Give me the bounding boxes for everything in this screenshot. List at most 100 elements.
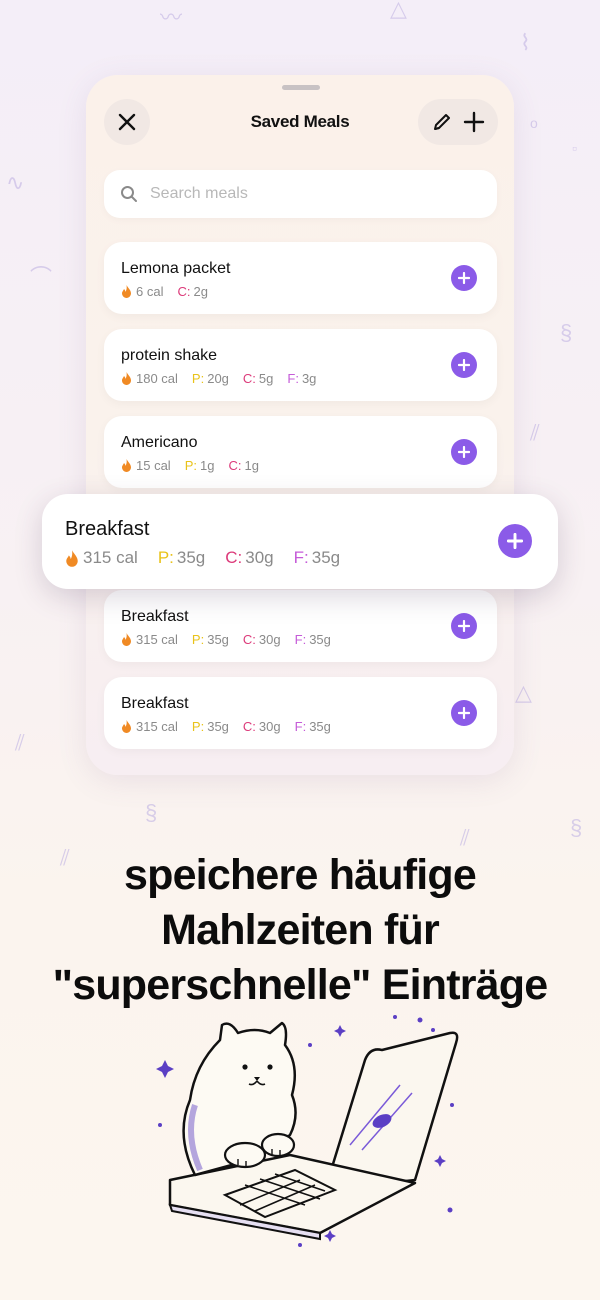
meal-card[interactable]: Breakfast 315 cal P: 35g C: 30g F: 35g	[104, 590, 497, 662]
add-meal-button[interactable]	[451, 613, 477, 639]
doodle-squiggle: §	[145, 800, 158, 825]
calories-value: 15 cal	[136, 458, 171, 473]
carbs: C: 30g	[243, 719, 281, 734]
header-actions	[418, 99, 498, 145]
add-meal-button[interactable]	[451, 352, 477, 378]
protein-label: P:	[184, 458, 197, 473]
protein-label: P:	[191, 371, 205, 386]
search-input[interactable]	[150, 185, 450, 203]
search-icon	[121, 186, 137, 202]
search-bar	[104, 170, 497, 218]
protein-value: 35g	[207, 632, 229, 647]
add-meal-button[interactable]	[463, 111, 485, 133]
fat-label: F:	[293, 548, 309, 567]
calories-value: 180 cal	[136, 371, 178, 386]
carbs: C: 30g	[243, 632, 281, 647]
meal-macros: 15 cal P: 1g C: 1g	[121, 458, 273, 473]
plus-icon	[458, 359, 470, 371]
calories: 315 cal	[121, 632, 178, 647]
add-meal-button[interactable]	[451, 700, 477, 726]
carbs-value: 2g	[193, 284, 208, 299]
protein-value: 1g	[200, 458, 215, 473]
carbs-value: 30g	[245, 548, 274, 567]
promo-headline: speichere häufige Mahlzeiten für "supers…	[0, 848, 600, 1013]
meal-name: Breakfast	[121, 608, 189, 625]
headline-line: Mahlzeiten für	[161, 906, 440, 954]
carbs-value: 30g	[258, 719, 281, 734]
protein-value: 35g	[207, 719, 229, 734]
meal-name: Americano	[121, 434, 198, 451]
doodle-squiggle: 〰	[160, 5, 183, 30]
doodle-squiggle: ∿	[6, 170, 25, 195]
meal-macros: 180 cal P: 20g C: 5g F: 3g	[121, 371, 330, 386]
doodle-lines: ⫽	[530, 420, 540, 445]
fat-label: F:	[294, 719, 307, 734]
sheet-grabber[interactable]	[282, 85, 320, 90]
doodle-triangle: △	[515, 680, 532, 705]
carbs: C: 30g	[225, 548, 273, 568]
protein: P: 1g	[185, 458, 215, 473]
fat: F: 3g	[287, 371, 316, 386]
carbs-label: C:	[242, 719, 256, 734]
add-meal-button[interactable]	[451, 439, 477, 465]
calories: 180 cal	[121, 371, 178, 386]
protein-label: P:	[191, 719, 205, 734]
calories-value: 315 cal	[136, 719, 178, 734]
fat-value: 3g	[301, 371, 317, 386]
protein: P: 20g	[192, 371, 229, 386]
headline-line: speichere häufige	[123, 851, 477, 899]
doodle-square: ▫	[572, 140, 577, 156]
plus-icon	[458, 446, 470, 458]
plus-icon	[507, 533, 523, 549]
calories: 315 cal	[65, 548, 138, 568]
meal-card[interactable]: Americano 15 cal P: 1g C: 1g	[104, 416, 497, 488]
meal-name: Lemona packet	[121, 260, 231, 277]
fat-label: F:	[294, 632, 307, 647]
fat-label: F:	[287, 371, 299, 386]
carbs: C: 1g	[228, 458, 258, 473]
meal-card[interactable]: Lemona packet 6 cal C: 2g	[104, 242, 497, 314]
meal-card-featured[interactable]: Breakfast 315 cal P: 35g C: 30g F: 35g	[42, 494, 558, 589]
carbs: C: 5g	[243, 371, 273, 386]
meal-name: Breakfast	[121, 695, 189, 712]
plus-icon	[458, 272, 470, 284]
doodle-triangle: △	[390, 0, 407, 21]
protein: P: 35g	[192, 632, 229, 647]
meal-macros: 6 cal C: 2g	[121, 284, 222, 299]
fat-value: 35g	[309, 632, 331, 647]
add-meal-button[interactable]	[498, 524, 532, 558]
carbs-label: C:	[242, 371, 256, 386]
flame-icon	[122, 285, 131, 298]
carbs-value: 30g	[258, 632, 281, 647]
meal-card[interactable]: Breakfast 315 cal P: 35g C: 30g F: 35g	[104, 677, 497, 749]
doodle-squiggle: §	[560, 320, 573, 345]
saved-meals-sheet: Saved Meals Lemona packet 6 cal	[86, 75, 514, 775]
meal-card[interactable]: protein shake 180 cal P: 20g C: 5g F: 3g	[104, 329, 497, 401]
protein: P: 35g	[192, 719, 229, 734]
meal-name: Breakfast	[65, 518, 150, 540]
cat-with-laptop-illustration	[156, 1015, 459, 1247]
doodle-lines: ⫽	[15, 730, 25, 755]
flame-icon	[122, 720, 131, 733]
fat-value: 35g	[311, 548, 341, 567]
fat: F: 35g	[294, 548, 340, 568]
pencil-icon	[434, 114, 450, 130]
carbs-value: 5g	[258, 371, 274, 386]
calories-value: 315 cal	[136, 632, 178, 647]
doodle-squiggle: §	[570, 815, 583, 840]
flame-icon	[122, 372, 131, 385]
carbs-label: C:	[225, 548, 243, 567]
add-meal-button[interactable]	[451, 265, 477, 291]
carbs-label: C:	[242, 632, 256, 647]
edit-button[interactable]	[431, 111, 453, 133]
carbs-label: C:	[228, 458, 242, 473]
fat: F: 35g	[295, 719, 331, 734]
protein-value: 35g	[176, 548, 206, 567]
meal-macros: 315 cal P: 35g C: 30g F: 35g	[121, 719, 345, 734]
carbs-label: C:	[177, 284, 191, 299]
protein-label: P:	[191, 632, 205, 647]
flame-icon	[122, 633, 131, 646]
meal-macros: 315 cal P: 35g C: 30g F: 35g	[65, 548, 360, 568]
carbs: C: 2g	[177, 284, 207, 299]
plus-icon	[458, 707, 470, 719]
